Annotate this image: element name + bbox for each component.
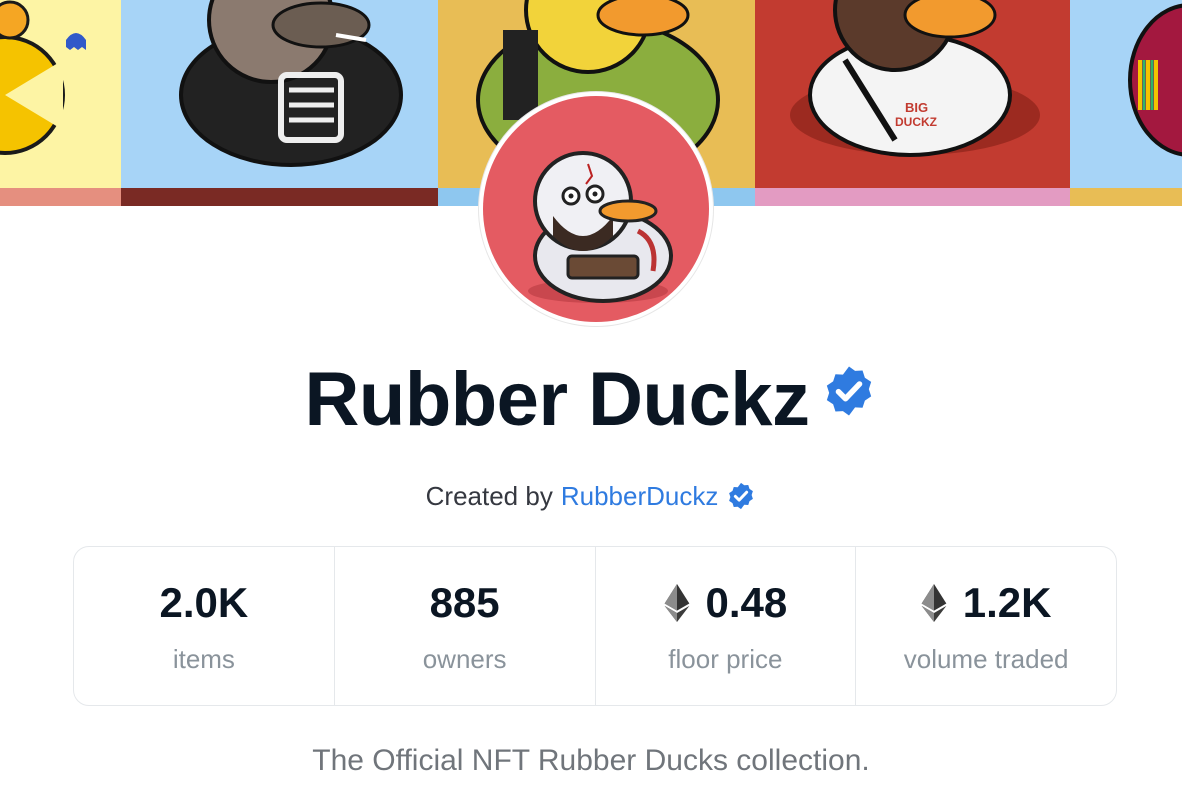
ethereum-icon (664, 583, 689, 622)
stat-volume-traded[interactable]: 1.2K volume traded (856, 547, 1116, 705)
collection-description: The Official NFT Rubber Ducks collection… (312, 744, 870, 777)
stat-owners[interactable]: 885 owners (335, 547, 596, 705)
svg-text:DUCKZ: DUCKZ (895, 115, 937, 129)
stat-items-value: 2.0K (159, 578, 249, 626)
ethereum-icon (921, 583, 947, 622)
banner-panel-skeleton-shirt-duck (121, 0, 438, 206)
created-by-label: Created by (425, 480, 553, 511)
creator-verified-icon (729, 482, 754, 510)
stat-items-label: items (172, 643, 235, 674)
banner-panel-baseball-jersey-duck: BIG DUCKZ (755, 0, 1070, 206)
stat-volume-traded-value: 1.2K (962, 578, 1052, 626)
stat-volume-traded-label: volume traded (903, 643, 1069, 674)
stat-floor-price-value: 0.48 (705, 578, 788, 626)
creator-row: Created by RubberDuckz (0, 476, 1182, 516)
verified-badge-icon (827, 366, 872, 416)
collection-title-row: Rubber Duckz (0, 350, 1182, 450)
stat-floor-price[interactable]: 0.48 floor price (596, 547, 857, 705)
creator-link[interactable]: RubberDuckz (561, 481, 719, 512)
banner-panel-striped-duck (1070, 0, 1182, 206)
collection-stats: 2.0K items 885 owners 0.48 floor price 1… (73, 546, 1117, 706)
svg-text:BIG: BIG (905, 100, 928, 115)
stat-items[interactable]: 2.0K items (74, 547, 335, 705)
collection-avatar[interactable] (479, 92, 713, 326)
rubber-duck-avatar-image (528, 151, 673, 303)
banner-panel-pacman-duck (0, 0, 121, 206)
stat-floor-price-label: floor price (668, 643, 783, 674)
collection-title: Rubber Duckz (304, 357, 810, 442)
stat-owners-value: 885 (429, 578, 500, 626)
stat-owners-label: owners (422, 643, 507, 674)
